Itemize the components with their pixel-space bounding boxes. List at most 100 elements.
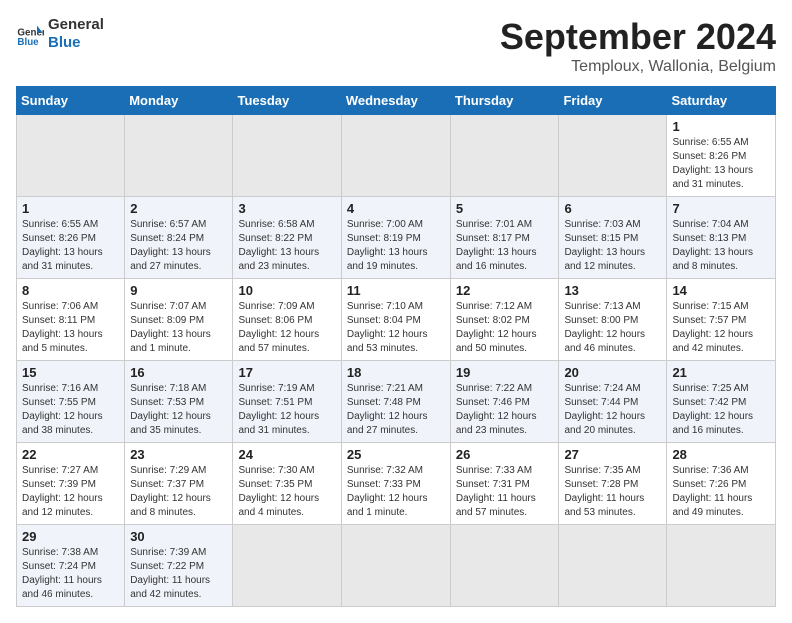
header-saturday: Saturday xyxy=(667,87,776,115)
header-monday: Monday xyxy=(125,87,233,115)
day-info: Sunrise: 7:07 AM Sunset: 8:09 PM Dayligh… xyxy=(130,300,227,356)
day-number: 6 xyxy=(564,201,661,216)
calendar-cell xyxy=(667,525,776,607)
day-number: 11 xyxy=(347,283,445,298)
calendar-header-row: SundayMondayTuesdayWednesdayThursdayFrid… xyxy=(17,87,776,115)
calendar-cell: 2 Sunrise: 6:57 AM Sunset: 8:24 PM Daylig… xyxy=(125,197,233,279)
calendar-cell: 15 Sunrise: 7:16 AM Sunset: 7:55 PM Dayli… xyxy=(17,361,125,443)
logo-icon: General Blue xyxy=(16,20,44,48)
calendar-week-row: 22 Sunrise: 7:27 AM Sunset: 7:39 PM Dayli… xyxy=(17,443,776,525)
calendar-cell: 18 Sunrise: 7:21 AM Sunset: 7:48 PM Dayli… xyxy=(341,361,450,443)
calendar-cell: 30 Sunrise: 7:39 AM Sunset: 7:22 PM Dayli… xyxy=(125,525,233,607)
day-number: 7 xyxy=(672,201,770,216)
day-number: 24 xyxy=(238,447,335,462)
day-number: 17 xyxy=(238,365,335,380)
day-info: Sunrise: 7:39 AM Sunset: 7:22 PM Dayligh… xyxy=(130,546,227,602)
month-title: September 2024 xyxy=(500,16,776,58)
calendar-cell xyxy=(450,115,559,197)
day-number: 30 xyxy=(130,529,227,544)
calendar-cell xyxy=(17,115,125,197)
calendar-week-row: 1 Sunrise: 6:55 AM Sunset: 8:26 PM Daylig… xyxy=(17,197,776,279)
header-tuesday: Tuesday xyxy=(233,87,341,115)
calendar-cell: 23 Sunrise: 7:29 AM Sunset: 7:37 PM Dayli… xyxy=(125,443,233,525)
day-number: 9 xyxy=(130,283,227,298)
calendar-cell: 19Sunrise: 7:22 AM Sunset: 7:46 PM Dayli… xyxy=(450,361,559,443)
day-info: Sunrise: 7:16 AM Sunset: 7:55 PM Dayligh… xyxy=(22,382,119,438)
day-number: 22 xyxy=(22,447,119,462)
day-info: Sunrise: 7:25 AM Sunset: 7:42 PM Dayligh… xyxy=(672,382,770,438)
calendar-cell xyxy=(341,525,450,607)
calendar-cell: 1 Sunrise: 6:55 AM Sunset: 8:26 PM Daylig… xyxy=(17,197,125,279)
calendar-cell: 22 Sunrise: 7:27 AM Sunset: 7:39 PM Dayli… xyxy=(17,443,125,525)
day-info: Sunrise: 7:09 AM Sunset: 8:06 PM Dayligh… xyxy=(238,300,335,356)
day-info: Sunrise: 7:32 AM Sunset: 7:33 PM Dayligh… xyxy=(347,464,445,520)
day-number: 18 xyxy=(347,365,445,380)
calendar-cell xyxy=(233,525,341,607)
day-number: 12 xyxy=(456,283,554,298)
calendar-cell: 3 Sunrise: 6:58 AM Sunset: 8:22 PM Daylig… xyxy=(233,197,341,279)
day-info: Sunrise: 7:22 AM Sunset: 7:46 PM Dayligh… xyxy=(456,382,554,438)
day-number: 20 xyxy=(564,365,661,380)
calendar-cell xyxy=(559,525,667,607)
day-info: Sunrise: 6:57 AM Sunset: 8:24 PM Dayligh… xyxy=(130,218,227,274)
day-info: Sunrise: 7:13 AM Sunset: 8:00 PM Dayligh… xyxy=(564,300,661,356)
calendar-cell: 17Sunrise: 7:19 AM Sunset: 7:51 PM Dayli… xyxy=(233,361,341,443)
header-friday: Friday xyxy=(559,87,667,115)
day-number: 3 xyxy=(238,201,335,216)
calendar-cell xyxy=(450,525,559,607)
logo-general: General xyxy=(48,16,104,34)
calendar-week-row: 29Sunrise: 7:38 AM Sunset: 7:24 PM Dayli… xyxy=(17,525,776,607)
calendar-cell xyxy=(233,115,341,197)
calendar-cell xyxy=(125,115,233,197)
day-info: Sunrise: 7:30 AM Sunset: 7:35 PM Dayligh… xyxy=(238,464,335,520)
logo: General Blue General Blue xyxy=(16,16,104,52)
calendar-body: 1 Sunrise: 6:55 AM Sunset: 8:26 PM Daylig… xyxy=(17,115,776,607)
calendar-cell: 24 Sunrise: 7:30 AM Sunset: 7:35 PM Dayli… xyxy=(233,443,341,525)
day-number: 10 xyxy=(238,283,335,298)
calendar-cell: 26Sunrise: 7:33 AM Sunset: 7:31 PM Dayli… xyxy=(450,443,559,525)
calendar-cell: 28Sunrise: 7:36 AM Sunset: 7:26 PM Dayli… xyxy=(667,443,776,525)
calendar-cell: 5 Sunrise: 7:01 AM Sunset: 8:17 PM Daylig… xyxy=(450,197,559,279)
calendar-cell xyxy=(559,115,667,197)
day-number: 23 xyxy=(130,447,227,462)
day-number: 2 xyxy=(130,201,227,216)
calendar-cell: 11Sunrise: 7:10 AM Sunset: 8:04 PM Dayli… xyxy=(341,279,450,361)
calendar-cell: 20 Sunrise: 7:24 AM Sunset: 7:44 PM Dayli… xyxy=(559,361,667,443)
title-block: September 2024 Temploux, Wallonia, Belgi… xyxy=(500,16,776,76)
day-number: 5 xyxy=(456,201,554,216)
day-number: 1 xyxy=(22,201,119,216)
header-sunday: Sunday xyxy=(17,87,125,115)
calendar-cell: 8Sunrise: 7:06 AM Sunset: 8:11 PM Daylig… xyxy=(17,279,125,361)
header-wednesday: Wednesday xyxy=(341,87,450,115)
calendar-week-row: 15 Sunrise: 7:16 AM Sunset: 7:55 PM Dayli… xyxy=(17,361,776,443)
day-number: 8 xyxy=(22,283,119,298)
day-info: Sunrise: 7:01 AM Sunset: 8:17 PM Dayligh… xyxy=(456,218,554,274)
day-info: Sunrise: 7:24 AM Sunset: 7:44 PM Dayligh… xyxy=(564,382,661,438)
calendar-cell: 27Sunrise: 7:35 AM Sunset: 7:28 PM Dayli… xyxy=(559,443,667,525)
calendar-cell: 29Sunrise: 7:38 AM Sunset: 7:24 PM Dayli… xyxy=(17,525,125,607)
calendar-cell: 10 Sunrise: 7:09 AM Sunset: 8:06 PM Dayli… xyxy=(233,279,341,361)
day-number: 25 xyxy=(347,447,445,462)
calendar-cell xyxy=(341,115,450,197)
calendar-cell: 7Sunrise: 7:04 AM Sunset: 8:13 PM Daylig… xyxy=(667,197,776,279)
day-number: 21 xyxy=(672,365,770,380)
day-number: 15 xyxy=(22,365,119,380)
calendar-cell: 13Sunrise: 7:13 AM Sunset: 8:00 PM Dayli… xyxy=(559,279,667,361)
day-info: Sunrise: 7:29 AM Sunset: 7:37 PM Dayligh… xyxy=(130,464,227,520)
day-info: Sunrise: 6:55 AM Sunset: 8:26 PM Dayligh… xyxy=(22,218,119,274)
day-info: Sunrise: 6:58 AM Sunset: 8:22 PM Dayligh… xyxy=(238,218,335,274)
day-number: 1 xyxy=(672,119,770,134)
day-info: Sunrise: 7:03 AM Sunset: 8:15 PM Dayligh… xyxy=(564,218,661,274)
day-info: Sunrise: 7:38 AM Sunset: 7:24 PM Dayligh… xyxy=(22,546,119,602)
location-title: Temploux, Wallonia, Belgium xyxy=(500,58,776,76)
calendar-cell: 6 Sunrise: 7:03 AM Sunset: 8:15 PM Daylig… xyxy=(559,197,667,279)
day-info: Sunrise: 7:27 AM Sunset: 7:39 PM Dayligh… xyxy=(22,464,119,520)
day-number: 14 xyxy=(672,283,770,298)
calendar-week-row: 1Sunrise: 6:55 AM Sunset: 8:26 PM Daylig… xyxy=(17,115,776,197)
header-thursday: Thursday xyxy=(450,87,559,115)
day-info: Sunrise: 7:21 AM Sunset: 7:48 PM Dayligh… xyxy=(347,382,445,438)
logo-blue: Blue xyxy=(48,34,104,52)
calendar-cell: 25 Sunrise: 7:32 AM Sunset: 7:33 PM Dayli… xyxy=(341,443,450,525)
day-info: Sunrise: 7:36 AM Sunset: 7:26 PM Dayligh… xyxy=(672,464,770,520)
svg-text:Blue: Blue xyxy=(17,37,39,48)
